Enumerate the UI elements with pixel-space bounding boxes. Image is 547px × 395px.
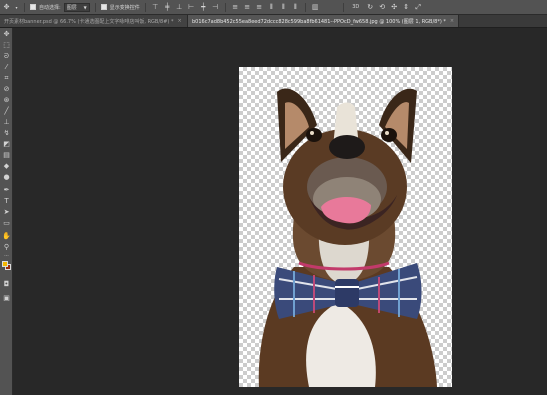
type-tool-icon[interactable]: T [2,197,11,206]
dog-eye-left-highlight [310,131,314,135]
divider [24,2,25,12]
close-icon[interactable]: × [177,18,181,24]
crop-tool-icon[interactable]: ⌗ [2,74,11,83]
dog-image [258,88,437,387]
clone-stamp-tool-icon[interactable]: ⊥ [2,118,11,127]
divider [144,2,146,12]
marquee-tool-icon[interactable]: ⬚ [2,41,11,50]
distribute-right-icon[interactable]: ⦀ [291,3,300,12]
3d-scale-icon[interactable]: ⤢ [414,3,423,12]
blur-tool-icon[interactable]: ◆ [2,162,11,171]
align-left-icon[interactable]: ⊢ [187,3,196,12]
lasso-tool-icon[interactable]: ᘐ [2,52,11,61]
distribute-horizontal-center-icon[interactable]: ⦀ [279,3,288,12]
distribute-bottom-icon[interactable]: ≡ [255,3,264,12]
rectangle-tool-icon[interactable]: ▭ [2,219,11,228]
align-right-icon[interactable]: ⊣ [211,3,220,12]
eraser-tool-icon[interactable]: ◩ [2,140,11,149]
path-select-tool-icon[interactable]: ➤ [2,208,11,217]
tab-title: b016c7ad8b452c55ea8eed72dccc828c599ba8fb… [192,18,446,25]
dog-nose [329,135,365,159]
hand-tool-icon[interactable]: ✋ [2,232,11,241]
distribute-vertical-center-icon[interactable]: ≡ [243,3,252,12]
tab-title: 开页素材banner.psd @ 66.7% (卡通选图配上文字咏啡店叫饭, R… [4,18,174,25]
healing-brush-tool-icon[interactable]: ⊛ [2,96,11,105]
auto-select-target-value: 图层 [66,4,77,11]
bow-tie-knot [335,279,359,307]
divider [94,2,96,12]
auto-align-layers-icon[interactable]: ▥ [311,3,320,12]
divider [342,2,344,12]
close-icon[interactable]: × [450,18,454,24]
eyedropper-tool-icon[interactable]: ⊘ [2,85,11,94]
align-vertical-center-icon[interactable]: ╪ [163,3,172,12]
distribute-top-icon[interactable]: ≡ [231,3,240,12]
brush-tool-icon[interactable]: ╱ [2,107,11,116]
distribute-left-icon[interactable]: ⦀ [267,3,276,12]
screen-mode-icon[interactable]: ▣ [2,294,11,303]
document-canvas[interactable] [239,67,452,387]
tool-preset-caret-icon[interactable]: ▾ [14,3,19,12]
history-brush-tool-icon[interactable]: ↯ [2,129,11,138]
3d-drag-icon[interactable]: ✣ [390,3,399,12]
align-bottom-icon[interactable]: ⊥ [175,3,184,12]
3d-mode-label-icon: 3D [352,3,360,10]
align-top-icon[interactable]: ⊤ [151,3,160,12]
align-horizontal-center-icon[interactable]: ┿ [199,3,208,12]
3d-roll-icon[interactable]: ⟲ [378,3,387,12]
dog-eye-right [381,128,397,142]
zoom-tool-icon[interactable]: ⚲ [2,243,11,252]
dodge-tool-icon[interactable]: ● [2,173,11,182]
show-transform-checkbox[interactable] [100,4,107,10]
more-tools-icon[interactable]: ··· [2,252,11,261]
move-tool-icon[interactable]: ✥ [2,30,11,39]
pen-tool-icon[interactable]: ✒ [2,186,11,195]
show-transform-label: 显示变换控件 [109,4,140,11]
tools-panel: ✥ ⬚ ᘐ ⁄ ⌗ ⊘ ⊛ ╱ ⊥ ↯ ◩ ▤ ◆ ● ✒ T ➤ ▭ ✋ ⚲ … [0,28,13,395]
document-tab-bar: 开页素材banner.psd @ 66.7% (卡通选图配上文字咏啡店叫饭, R… [0,15,547,28]
auto-select-checkbox[interactable] [30,4,36,10]
dog-eye-left [306,128,322,142]
foreground-color-swatch[interactable] [2,261,8,267]
3d-orbit-icon[interactable]: ↻ [366,3,375,12]
move-tool-icon[interactable]: ✥ [2,3,11,12]
divider [224,2,226,12]
gradient-tool-icon[interactable]: ▤ [2,151,11,160]
document-tab[interactable]: 开页素材banner.psd @ 66.7% (卡通选图配上文字咏啡店叫饭, R… [0,15,188,27]
quick-mask-icon[interactable]: ◘ [2,280,11,289]
options-bar: ✥ ▾ 自动选择: 图层 ▼ 显示变换控件 ⊤ ╪ ⊥ ⊢ ┿ ⊣ ≡ ≡ ≡ … [0,0,547,15]
auto-select-label: 自动选择: [39,4,61,11]
divider [304,2,306,12]
document-tab-active[interactable]: b016c7ad8b452c55ea8eed72dccc828c599ba8fb… [188,15,460,27]
auto-select-target-dropdown[interactable]: 图层 ▼ [63,2,90,12]
dog-eye-right-highlight [385,131,389,135]
chevron-down-icon: ▼ [83,4,87,10]
quick-select-tool-icon[interactable]: ⁄ [2,63,11,72]
3d-slide-icon[interactable]: ⇕ [402,3,411,12]
